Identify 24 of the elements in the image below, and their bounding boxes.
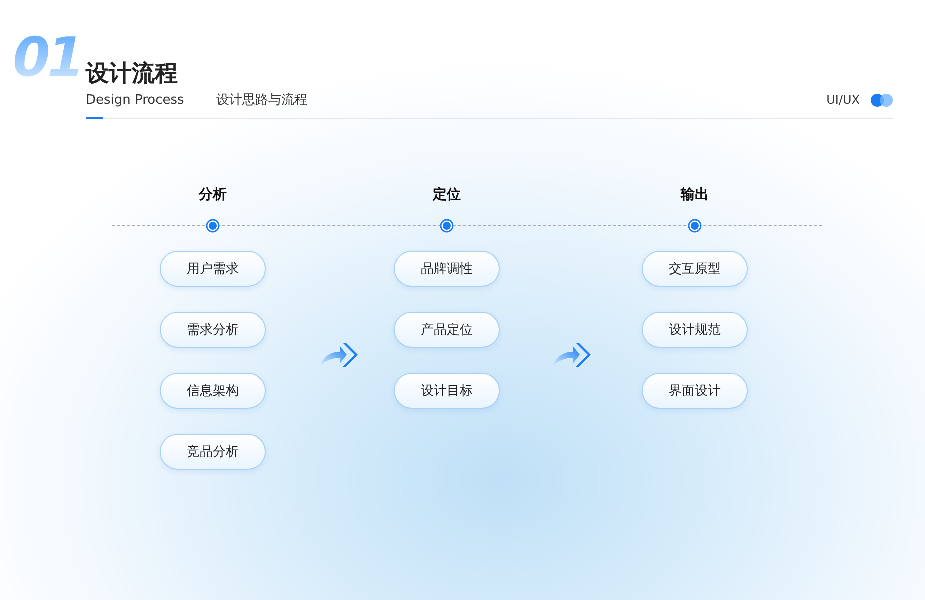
step-pill: 设计规范 xyxy=(642,312,748,348)
step-pill: 交互原型 xyxy=(642,251,748,287)
step-pill: 用户需求 xyxy=(160,251,266,287)
step-pill: 界面设计 xyxy=(642,373,748,409)
double-chevron-arrow-icon xyxy=(320,342,358,368)
tag-label: UI/UX xyxy=(826,93,860,107)
timeline-dot-icon xyxy=(206,219,220,233)
stage-title: 输出 xyxy=(681,186,709,205)
step-pill: 产品定位 xyxy=(394,312,500,348)
subtitle: Design Process xyxy=(86,92,184,108)
page-title: 设计流程 xyxy=(86,60,178,88)
timeline-dot-icon xyxy=(688,219,702,233)
accent-underline xyxy=(86,117,103,119)
caption: 设计思路与流程 xyxy=(216,92,308,109)
step-pill: 品牌调性 xyxy=(394,251,500,287)
stage-title: 定位 xyxy=(433,186,461,205)
step-pill: 需求分析 xyxy=(160,312,266,348)
stage-title: 分析 xyxy=(199,186,227,205)
timeline-dot-icon xyxy=(440,219,454,233)
step-pill: 竞品分析 xyxy=(160,434,266,470)
step-pill: 信息架构 xyxy=(160,373,266,409)
double-chevron-arrow-icon xyxy=(553,342,591,368)
step-pill: 设计目标 xyxy=(394,373,500,409)
circles-icon xyxy=(871,94,893,106)
